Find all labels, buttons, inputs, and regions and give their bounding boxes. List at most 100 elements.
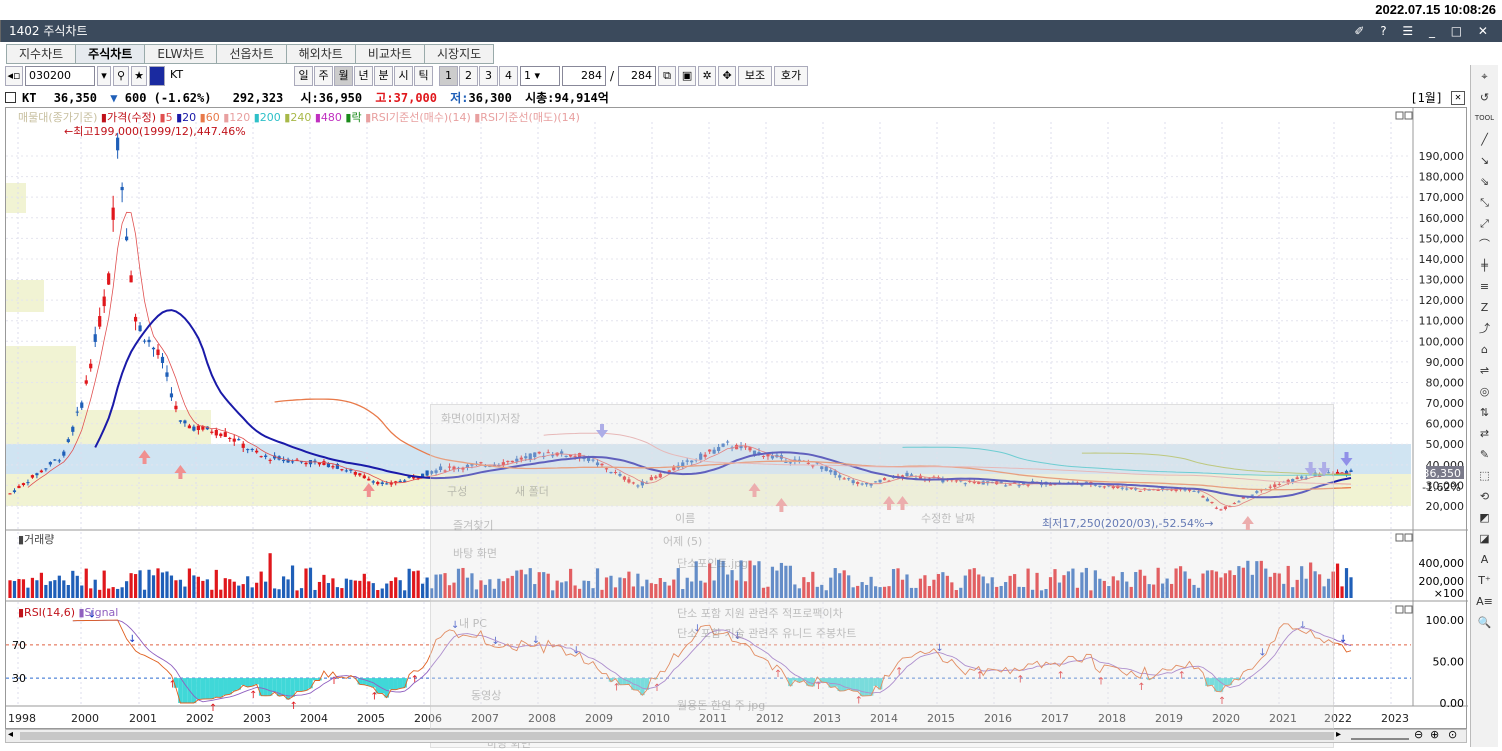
rsi-buy-arrow: ↑ xyxy=(976,671,984,682)
candle-body xyxy=(237,439,241,441)
drawing-tool-icon-0[interactable]: ⌖ xyxy=(1474,67,1496,86)
volume-bar xyxy=(326,582,331,598)
drawing-tool-icon-5[interactable]: ⇘ xyxy=(1474,172,1496,191)
candle-body xyxy=(259,456,263,458)
settings-icon[interactable]: ✲ xyxy=(698,66,717,86)
save-icon[interactable]: ▣ xyxy=(678,66,697,86)
volume-bar xyxy=(246,576,250,598)
period-button-2[interactable]: 월 xyxy=(334,66,353,86)
volume-bar xyxy=(1322,586,1326,598)
candle-body xyxy=(93,334,97,342)
dropdown-icon[interactable]: ▾ xyxy=(97,66,111,86)
scroll-left-icon[interactable]: ◂ xyxy=(8,729,13,740)
interval-button-2[interactable]: 3 xyxy=(479,66,498,86)
star-icon[interactable]: ★ xyxy=(131,66,147,86)
interval-button-0[interactable]: 1 xyxy=(439,66,458,86)
drawing-tool-icon-4[interactable]: ↘ xyxy=(1474,151,1496,170)
price-tick-label: 180,000 xyxy=(1419,171,1465,184)
tab-5[interactable]: 비교차트 xyxy=(354,44,424,64)
drawing-tool-icon-25[interactable]: A≡ xyxy=(1474,592,1496,611)
candle-body xyxy=(519,457,523,460)
drawing-tool-icon-26[interactable]: 🔍 xyxy=(1474,613,1496,632)
quote-button[interactable]: 호가 xyxy=(774,66,809,86)
add-chart-icon[interactable]: ⧉ xyxy=(658,66,677,86)
move-icon[interactable]: ✥ xyxy=(718,66,737,86)
chart-canvas[interactable]: 1998 2000 2001 2002 2003 2004 2005 2006 2007 2008… xyxy=(6,108,1468,730)
period-button-0[interactable]: 일 xyxy=(294,66,313,86)
price-tick-label: 140,000 xyxy=(1419,253,1465,266)
drawing-tool-icon-8[interactable]: ⌒ xyxy=(1474,235,1496,254)
candle-body xyxy=(1196,491,1201,493)
candle-body xyxy=(71,426,75,432)
drawing-tool-icon-23[interactable]: A xyxy=(1474,550,1496,569)
drawing-tool-icon-3[interactable]: ╱ xyxy=(1474,130,1496,149)
zoom-out-icon[interactable]: ⊖ xyxy=(1414,728,1423,741)
scroll-right-icon[interactable]: ▸ xyxy=(1336,729,1341,740)
drawing-tool-icon-24[interactable]: T⁺ xyxy=(1474,571,1496,590)
drawing-tool-icon-13[interactable]: ⌂ xyxy=(1474,340,1496,359)
tab-0[interactable]: 지수차트 xyxy=(6,44,76,64)
drawing-tool-icon-17[interactable]: ⇄ xyxy=(1474,424,1496,443)
interval-button-3[interactable]: 4 xyxy=(499,66,518,86)
drawing-tool-icon-20[interactable]: ⟲ xyxy=(1474,487,1496,506)
period-button-6[interactable]: 틱 xyxy=(414,66,433,86)
zoom-slider[interactable] xyxy=(1351,732,1409,740)
window-controls[interactable]: ✐ ? ☰ _ □ ✕ xyxy=(1354,20,1494,42)
horizontal-scrollbar[interactable]: ◂ ▸ ⊖ ⊕ ⊙ xyxy=(5,728,1467,743)
drawing-tool-icon-9[interactable]: ╪ xyxy=(1474,256,1496,275)
interval-select[interactable]: 1 ▾ xyxy=(520,66,560,86)
drawing-tool-icon-15[interactable]: ◎ xyxy=(1474,382,1496,401)
chart-area[interactable]: 1998 2000 2001 2002 2003 2004 2005 2006 2007 2008… xyxy=(5,107,1468,730)
period-button-3[interactable]: 년 xyxy=(354,66,373,86)
tab-6[interactable]: 시장지도 xyxy=(423,44,495,64)
volume-bar xyxy=(1102,580,1106,598)
count-input[interactable]: 284 xyxy=(562,66,606,86)
window-title-bar[interactable]: 1402 주식차트 ✐ ? ☰ _ □ ✕ xyxy=(0,20,1502,42)
volume-bar xyxy=(703,582,707,598)
drawing-tool-icon-1[interactable]: ↺ xyxy=(1474,88,1496,107)
drawing-tool-icon-21[interactable]: ◩ xyxy=(1474,508,1496,527)
price-tick-label: 100,000 xyxy=(1419,335,1465,348)
rsi-level-label: 70 xyxy=(12,639,26,652)
drawing-tool-icon-11[interactable]: Z xyxy=(1474,298,1496,317)
year-label: 2016 xyxy=(984,712,1012,725)
drawing-tool-icon-12[interactable]: ⤴ xyxy=(1474,319,1496,338)
interval-button-1[interactable]: 2 xyxy=(459,66,478,86)
aux-button[interactable]: 보조 xyxy=(738,66,773,86)
period-button-4[interactable]: 분 xyxy=(374,66,393,86)
drawing-tool-icon-18[interactable]: ✎ xyxy=(1474,445,1496,464)
drawing-tool-icon-2[interactable]: TOOL xyxy=(1474,109,1496,128)
volume-bar xyxy=(640,586,644,598)
candle-body xyxy=(223,432,227,437)
drawing-tool-icon-16[interactable]: ⇅ xyxy=(1474,403,1496,422)
volume-bar xyxy=(116,588,120,598)
drawing-tool-icon-22[interactable]: ◪ xyxy=(1474,529,1496,548)
close-chart-icon[interactable]: ✕ xyxy=(1451,91,1465,105)
drawing-tool-icon-6[interactable]: ⤡ xyxy=(1474,193,1496,212)
drawing-tool-icon-10[interactable]: ≡ xyxy=(1474,277,1496,296)
zoom-in-icon[interactable]: ⊕ xyxy=(1430,728,1439,741)
zoom-reset-icon[interactable]: ⊙ xyxy=(1448,728,1457,741)
tab-4[interactable]: 해외차트 xyxy=(285,44,355,64)
period-button-5[interactable]: 시 xyxy=(394,66,413,86)
tab-2[interactable]: ELW차트 xyxy=(144,44,217,64)
candle-body xyxy=(1349,470,1353,472)
color-square-icon[interactable] xyxy=(149,66,165,86)
candle-body xyxy=(138,325,142,332)
tab-3[interactable]: 선옵차트 xyxy=(216,44,286,64)
stock-code-input[interactable]: 030200 xyxy=(25,66,95,86)
checkbox[interactable] xyxy=(5,92,16,103)
drawing-tool-icon-7[interactable]: ⤢ xyxy=(1474,214,1496,233)
volume-bar xyxy=(905,574,909,598)
tab-1[interactable]: 주식차트 xyxy=(75,44,145,64)
candle-body xyxy=(721,443,725,447)
candle-body xyxy=(367,478,371,481)
scroll-thumb[interactable] xyxy=(20,732,1334,740)
period-button-1[interactable]: 주 xyxy=(314,66,333,86)
drawing-tool-icon-14[interactable]: ⇌ xyxy=(1474,361,1496,380)
drawing-tool-icon-19[interactable]: ⬚ xyxy=(1474,466,1496,485)
panel-maximize-icon xyxy=(1395,111,1404,120)
prev-next-icon[interactable]: ◂▫ xyxy=(5,66,23,86)
volume-bar xyxy=(577,588,582,598)
search-icon[interactable]: ⚲ xyxy=(113,66,129,86)
